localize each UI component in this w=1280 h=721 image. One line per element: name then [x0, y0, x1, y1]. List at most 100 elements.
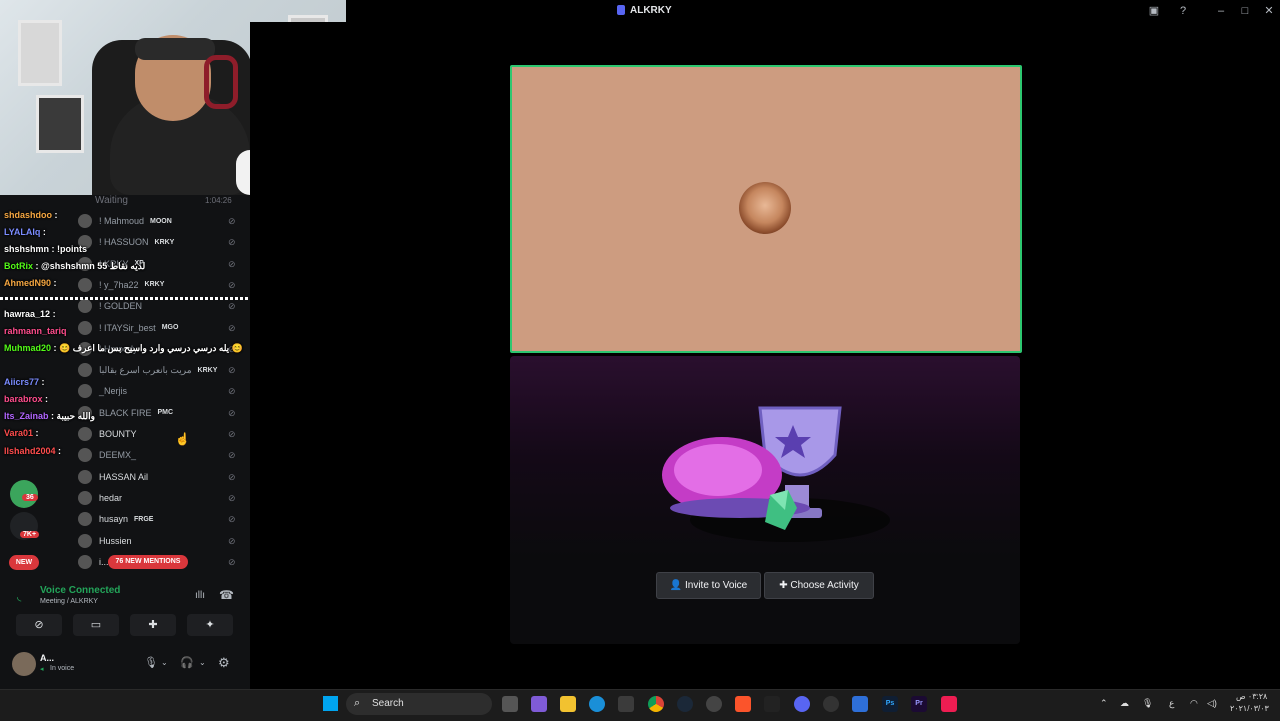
signal-icon[interactable]: ◟: [17, 590, 21, 603]
chat-username: shdashdoo: [4, 210, 53, 220]
taskbar-search[interactable]: [346, 693, 492, 715]
clock-time[interactable]: ٠٣:٢٨ ص: [1236, 692, 1267, 701]
member-name: DEEMX_: [99, 450, 137, 461]
snipping-tool-icon[interactable]: [852, 696, 868, 712]
voice-member-row[interactable]: ! y_7ha22 KRKY: [78, 276, 164, 294]
voice-member-row[interactable]: hedar: [78, 489, 128, 507]
windows-start-icon[interactable]: [323, 696, 338, 711]
chat-username: Its_Zainab: [4, 411, 49, 421]
voice-member-row[interactable]: BOUNTY: [78, 425, 143, 443]
choose-activity-button[interactable]: ✚ Choose Activity: [764, 572, 874, 599]
member-tag: FRGE: [134, 515, 154, 523]
clock-date[interactable]: ٢٠٢١/٠٣/٠٣: [1230, 704, 1269, 713]
noise-suppression-icon[interactable]: ıllı: [195, 590, 205, 601]
server-badge: 36: [22, 494, 38, 501]
steam-icon[interactable]: [677, 696, 693, 712]
chat-text: : @shshshmn 55 لديه نقاط: [35, 261, 146, 271]
server-badge: 7K+: [20, 531, 40, 538]
deafened-icon: ⊘: [228, 216, 236, 226]
chat-username: Aiicrs77: [4, 377, 40, 387]
minimize-icon[interactable]: –: [1214, 4, 1228, 18]
voice-member-row[interactable]: _Nerjis: [78, 382, 133, 400]
award-plaque: [36, 95, 84, 153]
member-name: ! ITAYSir_best: [99, 322, 156, 333]
wifi-icon[interactable]: ◠: [1190, 698, 1198, 709]
voice-member-row[interactable]: ! Mahmoud MOON: [78, 212, 172, 230]
chat-username: shshshmn: [4, 244, 50, 254]
chat-message: BotRix : @shshshmn 55 لديه نقاط: [4, 261, 145, 272]
activity-illustration: [662, 406, 890, 542]
gear-icon[interactable]: ⚙: [218, 655, 230, 671]
file-explorer-icon[interactable]: [560, 696, 576, 712]
chat-message: barabrox :: [4, 394, 48, 404]
disconnect-icon[interactable]: ☎: [219, 588, 234, 602]
avatar: [78, 384, 92, 399]
photoshop-icon[interactable]: Ps: [882, 696, 898, 712]
voice-member-row[interactable]: مريت بانعرب اسرع بقالبا KRKY: [78, 361, 217, 379]
microphone-icon[interactable]: 🎙: [144, 656, 158, 669]
task-view-icon[interactable]: [502, 696, 518, 712]
voice-member-row[interactable]: ! HASSUON KRKY: [78, 233, 174, 251]
voice-member-row[interactable]: Hussien: [78, 532, 138, 550]
avatar[interactable]: [12, 652, 36, 676]
chat-username: Muhmad20: [4, 343, 52, 353]
maximize-icon[interactable]: □: [1238, 4, 1252, 18]
edge-icon[interactable]: [589, 696, 605, 712]
voice-channel-name[interactable]: Meeting / ALKRKY: [40, 598, 98, 605]
voice-member-row[interactable]: husayn FRGE: [78, 510, 153, 528]
deafened-icon: ⊘: [228, 492, 236, 503]
voice-member-row[interactable]: HASSAN Ail: [78, 468, 154, 486]
screen-share-icon[interactable]: ▣: [1147, 4, 1161, 18]
brave-icon[interactable]: [735, 696, 751, 712]
deafened-icon: ⊘: [228, 322, 236, 333]
capcut-icon[interactable]: [764, 696, 780, 712]
settings-app-icon[interactable]: [706, 696, 722, 712]
avatar: [78, 214, 92, 228]
screen-share-button[interactable]: ▭: [73, 614, 119, 636]
chat-text: : 😊 يله درسي درسي وارد واسيح بس ما اعرف …: [53, 343, 243, 353]
choose-activity-label: Choose Activity: [790, 580, 859, 591]
participant-avatar[interactable]: [739, 182, 791, 234]
discord-icon[interactable]: [794, 696, 810, 712]
chevron-down-icon[interactable]: ⌄: [199, 658, 206, 667]
chat-username: LYALAIq: [4, 227, 41, 237]
chevron-up-icon[interactable]: ⌃: [1100, 698, 1108, 709]
chrome-icon[interactable]: [648, 696, 664, 712]
chat-text: : والله حبيبة: [51, 411, 95, 421]
voice-member-row[interactable]: ! ITAYSir_best MGO: [78, 319, 178, 337]
network-icon[interactable]: ☁: [1120, 698, 1129, 709]
soundboard-button[interactable]: ✦: [187, 614, 233, 636]
deafened-icon: ⊘: [228, 429, 236, 439]
app-icon[interactable]: [823, 696, 839, 712]
help-icon[interactable]: ?: [1176, 4, 1190, 18]
tiktok-icon[interactable]: [941, 696, 957, 712]
close-icon[interactable]: ✕: [1262, 4, 1276, 18]
store-icon[interactable]: [618, 696, 634, 712]
camera-off-button[interactable]: ⊘: [16, 614, 62, 636]
activity-button[interactable]: ✚: [130, 614, 176, 636]
copilot-icon[interactable]: [531, 696, 547, 712]
chat-text: :: [45, 394, 49, 404]
chevron-down-icon[interactable]: ⌄: [161, 658, 168, 667]
new-mentions-pill[interactable]: 76 NEW MENTIONS: [108, 555, 188, 569]
member-name: BOUNTY: [99, 429, 137, 439]
microphone-tray-icon[interactable]: 🎙: [1142, 698, 1153, 709]
chat-username: rahmann_tariq: [4, 326, 67, 336]
language-indicator[interactable]: ع: [1169, 698, 1174, 709]
stream-status-text: Waiting: [95, 195, 128, 206]
search-label: Search: [372, 698, 404, 709]
member-name: ! GOLDEN: [99, 301, 143, 312]
avatar: [78, 299, 92, 314]
chat-message: Its_Zainab : والله حبيبة: [4, 411, 95, 422]
invite-to-voice-button[interactable]: 👤 Invite to Voice: [656, 572, 761, 599]
volume-icon[interactable]: ◁): [1207, 698, 1217, 709]
chat-text: : !points: [51, 244, 88, 254]
avatar: [78, 277, 92, 292]
headphones-icon[interactable]: 🎧: [180, 656, 194, 669]
deafened-icon: ⊘: [228, 471, 236, 482]
deafened-icon: ⊘: [228, 301, 236, 312]
chat-message: AhmedN90 :: [4, 278, 57, 288]
headband: [135, 38, 215, 60]
voice-member-row[interactable]: DEEMX_: [78, 446, 142, 464]
premiere-icon[interactable]: Pr: [911, 696, 927, 712]
